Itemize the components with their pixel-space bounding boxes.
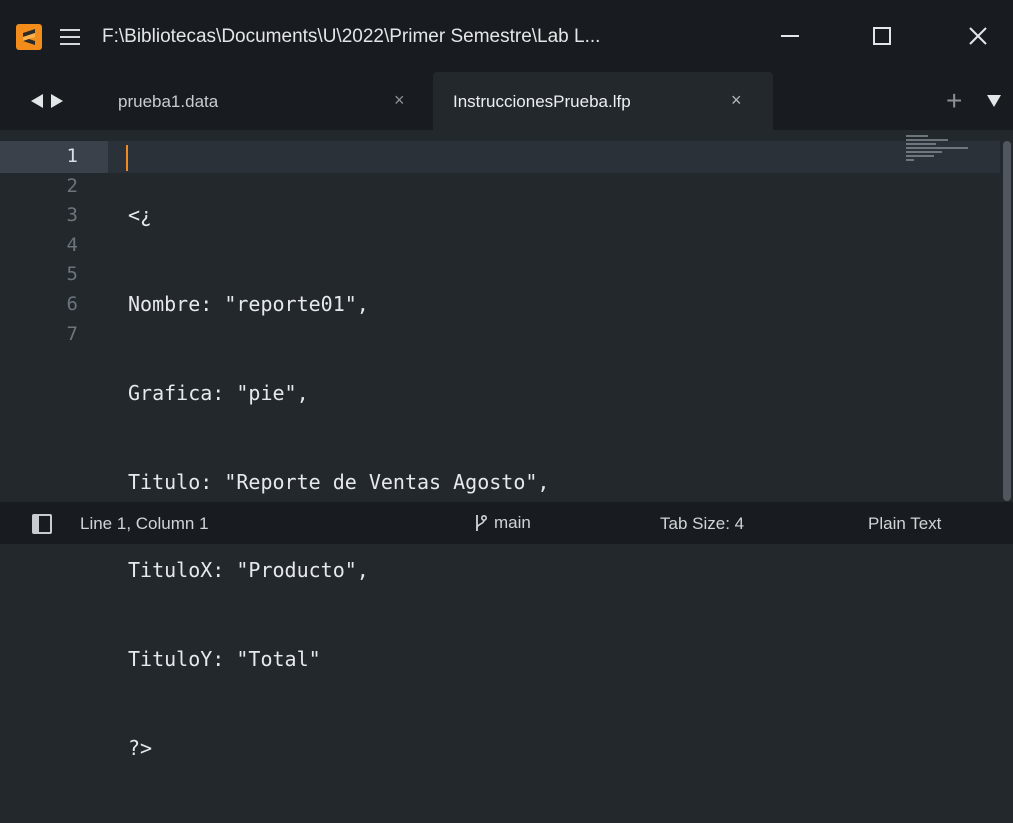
maximize-button[interactable] <box>852 16 912 56</box>
tab-bar: prueba1.data × InstruccionesPrueba.lfp ×… <box>0 72 1013 130</box>
close-icon <box>969 27 987 45</box>
line-number: 1 <box>66 145 78 167</box>
line-number: 3 <box>66 204 78 227</box>
sidebar-toggle-icon[interactable] <box>32 514 52 534</box>
branch-label: main <box>494 513 531 532</box>
tab-instrucciones-prueba[interactable]: InstruccionesPrueba.lfp × <box>433 72 773 130</box>
line-number: 5 <box>66 263 78 286</box>
maximize-icon <box>873 27 891 45</box>
line-number-gutter: 1 2 3 4 5 6 7 <box>0 142 78 349</box>
line-number: 6 <box>66 292 78 315</box>
line-number: 4 <box>66 233 78 256</box>
window-title: F:\Bibliotecas\Documents\U\2022\Primer S… <box>102 26 601 47</box>
minimize-icon <box>781 35 799 37</box>
git-branch[interactable]: main <box>474 513 531 533</box>
code-line: <¿ <box>128 203 153 228</box>
tab-label: prueba1.data <box>118 92 219 111</box>
triangle-right-icon[interactable] <box>50 93 64 109</box>
line-number: 7 <box>66 322 78 345</box>
code-content[interactable]: <¿ Nombre: "reporte01", Grafica: "pie", … <box>128 142 549 823</box>
tab-navigation <box>30 93 64 109</box>
scrollbar-thumb[interactable] <box>1003 141 1011 501</box>
code-line: ?> <box>128 735 153 760</box>
sublime-text-icon[interactable] <box>16 24 42 50</box>
code-line: Nombre: "reporte01", <box>128 291 369 316</box>
code-line: Titulo: "Reporte de Ventas Agosto", <box>128 469 550 494</box>
code-line: TituloX: "Producto", <box>128 558 369 583</box>
status-bar: Line 1, Column 1 main Tab Size: 4 Plain … <box>0 502 1013 544</box>
tab-close-icon[interactable]: × <box>394 90 405 111</box>
code-line: Grafica: "pie", <box>128 380 309 405</box>
tab-prueba1-data[interactable]: prueba1.data × <box>98 72 428 130</box>
new-tab-button[interactable]: + <box>946 85 962 117</box>
hamburger-menu-icon[interactable] <box>60 29 80 45</box>
minimize-button[interactable] <box>760 16 820 56</box>
title-bar: F:\Bibliotecas\Documents\U\2022\Primer S… <box>0 0 1013 72</box>
code-line: TituloY: "Total" <box>128 647 321 672</box>
syntax-selector[interactable]: Plain Text <box>868 514 941 534</box>
triangle-left-icon[interactable] <box>30 93 44 109</box>
vertical-scrollbar[interactable] <box>1000 141 1013 501</box>
tab-size-indicator[interactable]: Tab Size: 4 <box>660 514 744 534</box>
close-window-button[interactable] <box>948 16 1008 56</box>
triangle-down-icon[interactable] <box>986 94 1002 108</box>
line-number: 2 <box>66 174 78 197</box>
tab-label: InstruccionesPrueba.lfp <box>453 92 631 111</box>
tab-close-icon[interactable]: × <box>731 90 742 111</box>
git-branch-icon <box>476 514 488 531</box>
minimap[interactable] <box>906 135 976 165</box>
cursor-position[interactable]: Line 1, Column 1 <box>80 514 209 534</box>
editor-area[interactable]: 1 2 3 4 5 6 7 <¿ Nombre: "reporte01", Gr… <box>0 130 1013 760</box>
